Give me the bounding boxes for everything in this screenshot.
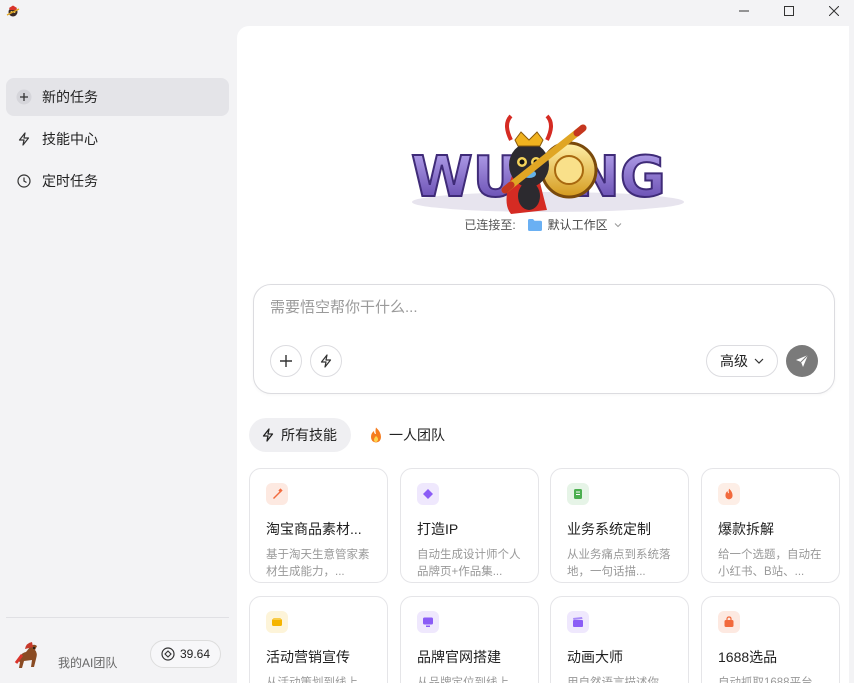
workspace-connection: 已连接至: 默认工作区	[237, 216, 849, 233]
plus-icon	[16, 89, 32, 105]
folder-icon	[527, 218, 542, 231]
skill-card-desc: 基于淘天生意管家素材生成能力，...	[266, 549, 370, 578]
horse-avatar	[14, 641, 37, 668]
sidebar-divider	[6, 617, 229, 618]
skill-card-title: 1688选品	[718, 649, 778, 665]
skill-card[interactable]: 活动营销宣传 从活动策划到线上	[249, 596, 388, 683]
skill-card[interactable]: 打造IP 自动生成设计师个人品牌页+作品集...	[400, 468, 539, 583]
skill-card[interactable]: 品牌官网搭建 从品牌定位到线上	[400, 596, 539, 683]
sidebar-item-label: 定时任务	[42, 173, 98, 189]
monitor-icon	[417, 611, 439, 633]
task-composer: 高级	[253, 284, 835, 394]
sidebar-item-new-task[interactable]: 新的任务	[6, 78, 229, 116]
sidebar-item-label: 新的任务	[42, 89, 98, 105]
skill-card-title: 淘宝商品素材...	[266, 521, 362, 537]
lightning-icon	[16, 131, 32, 147]
title-bar	[0, 0, 854, 26]
skill-card-title: 爆款拆解	[718, 521, 774, 537]
credits-badge[interactable]: 39.64	[150, 640, 221, 668]
ticket-icon	[266, 611, 288, 633]
attach-button[interactable]	[270, 345, 302, 377]
skill-card[interactable]: 淘宝商品素材... 基于淘天生意管家素材生成能力，...	[249, 468, 388, 583]
coin-icon	[161, 647, 175, 661]
brush-icon	[266, 483, 288, 505]
skill-card[interactable]: 业务系统定制 从业务痛点到系统落地，一句话描...	[550, 468, 689, 583]
sidebar-item-skills[interactable]: 技能中心	[6, 120, 229, 158]
skill-card-title: 品牌官网搭建	[417, 649, 501, 665]
document-icon	[567, 483, 589, 505]
tab-label: 所有技能	[281, 427, 337, 443]
sidebar-item-label: 技能中心	[42, 131, 98, 147]
minimize-icon	[739, 10, 749, 12]
lightning-icon	[261, 428, 275, 442]
chevron-down-icon[interactable]	[614, 221, 622, 229]
skill-card-desc: 自动抓取1688平台	[718, 677, 813, 683]
team-label: 我的AI团队	[58, 656, 118, 670]
maximize-button[interactable]	[766, 0, 812, 22]
monkey-app-icon	[6, 5, 20, 17]
clock-icon	[16, 173, 32, 189]
advanced-dropdown[interactable]: 高级	[706, 345, 778, 377]
advanced-label: 高级	[720, 353, 748, 369]
skill-card-desc: 从业务痛点到系统落地，一句话描...	[567, 549, 671, 578]
skill-card-title: 打造IP	[417, 521, 459, 537]
wukong-logo: WU NG	[410, 114, 684, 214]
close-icon	[829, 6, 839, 16]
tab-label: 一人团队	[389, 427, 445, 443]
skill-card-title: 活动营销宣传	[266, 649, 350, 665]
skill-card[interactable]: 1688选品 自动抓取1688平台	[701, 596, 840, 683]
chevron-down-icon	[754, 357, 764, 365]
skill-card-title: 业务系统定制	[567, 521, 651, 537]
maximize-icon	[784, 6, 794, 16]
fire-icon	[369, 427, 383, 443]
send-icon	[796, 354, 809, 367]
connected-label: 已连接至:	[464, 218, 516, 232]
skill-card-desc: 用自然语言描述你	[567, 677, 659, 683]
skill-card[interactable]: 动画大师 用自然语言描述你	[550, 596, 689, 683]
bag-icon	[718, 611, 740, 633]
close-button[interactable]	[811, 0, 854, 22]
minimize-button[interactable]	[721, 0, 767, 22]
clapper-icon	[567, 611, 589, 633]
plus-icon	[280, 355, 292, 367]
task-input[interactable]	[270, 299, 790, 316]
workspace-selector[interactable]: 默认工作区	[548, 216, 608, 233]
tab-all-skills[interactable]: 所有技能	[249, 418, 351, 452]
skill-card-desc: 从活动策划到线上	[266, 677, 358, 683]
skill-button[interactable]	[310, 345, 342, 377]
sidebar-item-scheduled[interactable]: 定时任务	[6, 162, 229, 200]
tab-solo-team[interactable]: 一人团队	[357, 418, 459, 452]
main-panel: WU NG 已连接至: 默认工作区 高级	[237, 26, 849, 683]
skill-card-desc: 自动生成设计师个人品牌页+作品集...	[417, 549, 521, 578]
skill-tabs: 所有技能 一人团队	[249, 418, 465, 452]
skill-card-desc: 从品牌定位到线上	[417, 677, 509, 683]
lightning-icon	[320, 354, 332, 368]
credits-value: 39.64	[179, 647, 211, 661]
ai-team[interactable]: 我的AI团队	[12, 638, 117, 671]
skill-card-title: 动画大师	[567, 649, 623, 665]
sidebar: 新的任务 技能中心 定时任务 我的AI团队 39.64	[0, 26, 237, 683]
send-button[interactable]	[786, 345, 818, 377]
skill-card[interactable]: 爆款拆解 给一个选题，自动在小红书、B站、...	[701, 468, 840, 583]
diamond-icon	[417, 483, 439, 505]
skill-card-desc: 给一个选题，自动在小红书、B站、...	[718, 549, 822, 578]
scrollbar[interactable]	[849, 26, 854, 683]
svg-text:WU: WU	[411, 145, 518, 210]
fire-icon	[718, 483, 740, 505]
